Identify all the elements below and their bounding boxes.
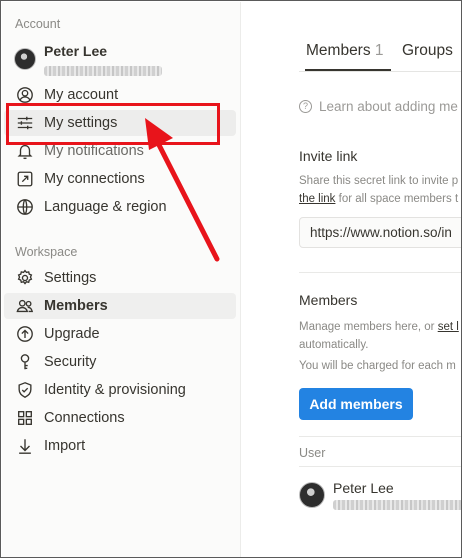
- members-panel: Members 1 Groups ? Learn about adding me…: [242, 2, 461, 557]
- table-divider: [299, 436, 461, 437]
- sidebar-item-my-connections[interactable]: My connections: [4, 166, 236, 192]
- active-tab-indicator: [305, 69, 391, 71]
- invite-desc-line1: Share this secret link to invite p: [299, 175, 459, 187]
- invite-link-field[interactable]: https://www.notion.so/in: [299, 217, 461, 248]
- sidebar-item-security[interactable]: Security: [4, 349, 236, 375]
- members-title: Members: [299, 292, 358, 308]
- sidebar-item-label: Import: [44, 438, 86, 454]
- highlight-box: [6, 103, 220, 145]
- user-circle-icon: [15, 85, 35, 105]
- tab-members[interactable]: Members 1: [306, 42, 384, 60]
- grid-icon: [15, 408, 35, 428]
- the-link-link[interactable]: the link: [299, 193, 335, 205]
- learn-link[interactable]: ? Learn about adding me: [299, 99, 461, 114]
- settings-sidebar: Account Peter Lee My account My settings…: [2, 2, 241, 557]
- sidebar-item-label: Identity & provisioning: [44, 382, 186, 398]
- billing-note: You will be charged for each m: [299, 360, 456, 372]
- account-section-label: Account: [15, 17, 61, 31]
- members-desc-line2: automatically.: [299, 339, 369, 351]
- section-divider: [299, 272, 461, 273]
- redacted-email: [333, 500, 461, 510]
- shield-check-icon: [15, 380, 35, 400]
- workspace-section-label: Workspace: [15, 245, 78, 259]
- tabs-divider: [299, 71, 461, 72]
- invite-desc-line2: for all space members t: [335, 193, 459, 205]
- tab-members-label: Members: [306, 42, 371, 59]
- table-row[interactable]: Peter Lee: [299, 480, 461, 512]
- user-name: Peter Lee: [44, 43, 108, 59]
- settings-window: Account Peter Lee My account My settings…: [0, 0, 462, 558]
- set-link[interactable]: set l: [438, 321, 459, 333]
- sidebar-item-connections[interactable]: Connections: [4, 405, 236, 431]
- sidebar-item-identity-provisioning[interactable]: Identity & provisioning: [4, 377, 236, 403]
- sidebar-item-language-region[interactable]: Language & region: [4, 194, 236, 220]
- sidebar-item-settings[interactable]: Settings: [4, 265, 236, 291]
- tab-members-count: 1: [374, 42, 384, 59]
- sidebar-item-label: Upgrade: [44, 326, 100, 342]
- arrow-up-circle-icon: [15, 324, 35, 344]
- current-user: Peter Lee: [14, 42, 234, 82]
- question-icon: ?: [299, 100, 312, 113]
- table-header-divider: [299, 466, 461, 467]
- invite-link-description: Share this secret link to invite p the l…: [299, 172, 461, 208]
- sidebar-item-label: Connections: [44, 410, 125, 426]
- column-header-user: User: [299, 446, 326, 460]
- sidebar-item-import[interactable]: Import: [4, 433, 236, 459]
- sidebar-item-label: Members: [44, 298, 108, 314]
- member-name: Peter Lee: [333, 480, 394, 496]
- globe-icon: [15, 197, 35, 217]
- learn-text: Learn about adding me: [319, 99, 458, 114]
- external-link-icon: [15, 169, 35, 189]
- people-icon: [15, 296, 35, 316]
- redacted-email: [44, 66, 162, 76]
- members-description: Manage members here, or set l automatica…: [299, 318, 461, 354]
- sidebar-item-label: Security: [44, 354, 97, 370]
- sidebar-item-label: Settings: [44, 270, 97, 286]
- sidebar-item-label: My connections: [44, 171, 145, 187]
- avatar: [14, 48, 36, 70]
- gear-icon: [15, 268, 35, 288]
- avatar: [299, 482, 325, 508]
- download-icon: [15, 436, 35, 456]
- tab-groups-label: Groups: [402, 42, 453, 59]
- tab-groups[interactable]: Groups: [402, 42, 453, 60]
- invite-link-title: Invite link: [299, 148, 358, 164]
- sidebar-item-label: My notifications: [44, 143, 144, 159]
- key-icon: [15, 352, 35, 372]
- sidebar-item-members[interactable]: Members: [4, 293, 236, 319]
- members-desc-line1: Manage members here, or: [299, 321, 438, 333]
- add-members-button[interactable]: Add members: [299, 388, 413, 420]
- sidebar-item-label: My account: [44, 87, 119, 103]
- sidebar-item-label: Language & region: [44, 199, 167, 215]
- sidebar-item-upgrade[interactable]: Upgrade: [4, 321, 236, 347]
